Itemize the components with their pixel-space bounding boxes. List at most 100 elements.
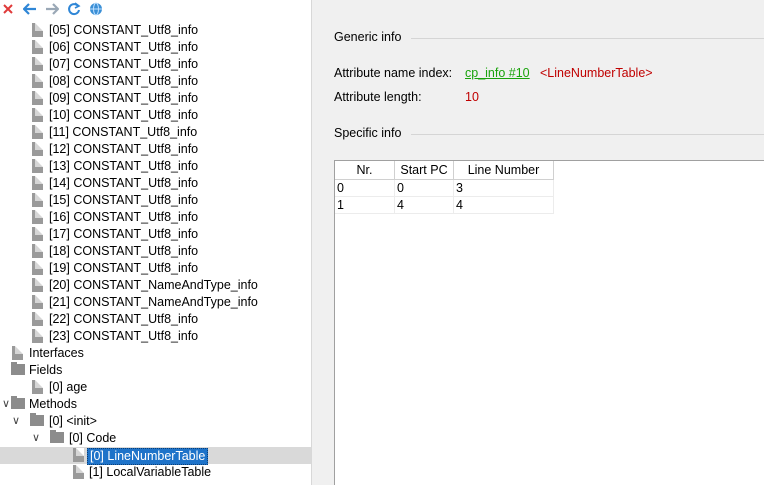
tree-item-constant[interactable]: [05] CONSTANT_Utf8_info [0, 22, 311, 39]
table-row[interactable]: 0 0 3 [335, 180, 554, 197]
refresh-icon [68, 2, 81, 16]
tree-item-fields[interactable]: Fields [0, 362, 311, 379]
back-arrow-icon [23, 3, 36, 15]
table-header: Nr. Start PC Line Number [335, 161, 554, 180]
column-header-nr[interactable]: Nr. [335, 161, 395, 180]
tree-item-constant[interactable]: [23] CONSTANT_Utf8_info [0, 328, 311, 345]
file-icon [32, 278, 43, 292]
tree-item-constant[interactable]: [17] CONSTANT_Utf8_info [0, 226, 311, 243]
tree-item-line-number-table[interactable]: [0] LineNumberTable [0, 447, 311, 465]
toolbar [0, 0, 130, 18]
table-row[interactable]: 1 4 4 [335, 197, 554, 214]
tree-item-label: [09] CONSTANT_Utf8_info [49, 91, 199, 105]
back-button[interactable] [22, 1, 38, 17]
chevron-down-icon[interactable]: ∨ [30, 430, 42, 446]
column-header-start-pc[interactable]: Start PC [395, 161, 454, 180]
tree-item-constant[interactable]: [09] CONSTANT_Utf8_info [0, 90, 311, 107]
tree-item-label: [10] CONSTANT_Utf8_info [49, 108, 199, 122]
file-icon [32, 142, 43, 156]
tree-item-label: [13] CONSTANT_Utf8_info [49, 159, 199, 173]
table-cell: 0 [395, 180, 454, 197]
file-icon [32, 210, 43, 224]
tree-item-constant[interactable]: [10] CONSTANT_Utf8_info [0, 107, 311, 124]
globe-icon [90, 2, 102, 16]
tree-item-constant[interactable]: [07] CONSTANT_Utf8_info [0, 56, 311, 73]
tree-item-constant[interactable]: [12] CONSTANT_Utf8_info [0, 141, 311, 158]
tree-item-label: [22] CONSTANT_Utf8_info [49, 312, 199, 326]
tree-item-constant[interactable]: [14] CONSTANT_Utf8_info [0, 175, 311, 192]
tree-item-constant[interactable]: [06] CONSTANT_Utf8_info [0, 39, 311, 56]
file-icon [32, 125, 43, 139]
attr-name-index-link[interactable]: cp_info #10 [465, 66, 530, 80]
tree-item-constant[interactable]: [20] CONSTANT_NameAndType_info [0, 277, 311, 294]
tree-item-constant[interactable]: [11] CONSTANT_Utf8_info [0, 124, 311, 141]
tree-item-code[interactable]: ∨ [0] Code [0, 430, 311, 447]
file-icon [32, 74, 43, 88]
tree-item-label: [1] LocalVariableTable [89, 465, 212, 479]
tree-item-label: [0] LineNumberTable [87, 448, 209, 465]
generic-info-title: Generic info [334, 30, 402, 44]
tree-item-label: [06] CONSTANT_Utf8_info [49, 40, 199, 54]
folder-icon [50, 430, 64, 443]
tree-item-field-age[interactable]: [0] age [0, 379, 311, 396]
table-cell: 1 [335, 197, 395, 214]
tree-item-label: [15] CONSTANT_Utf8_info [49, 193, 199, 207]
tree-item-constant[interactable]: [22] CONSTANT_Utf8_info [0, 311, 311, 328]
file-icon [32, 176, 43, 190]
forward-button[interactable] [44, 1, 60, 17]
table-cell: 4 [454, 197, 554, 214]
web-button[interactable] [88, 1, 104, 17]
file-icon [32, 244, 43, 258]
file-icon [32, 380, 43, 394]
file-icon [32, 91, 43, 105]
tree-item-label: [05] CONSTANT_Utf8_info [49, 23, 199, 37]
class-tree[interactable]: [05] CONSTANT_Utf8_info [06] CONSTANT_Utf… [0, 20, 311, 485]
tree-item-label: [0] age [49, 380, 88, 394]
folder-icon [11, 396, 25, 409]
tree-item-method-init[interactable]: ∨ [0] <init> [0, 413, 311, 430]
specific-info-title: Specific info [334, 126, 402, 140]
tree-item-label: [23] CONSTANT_Utf8_info [49, 329, 199, 343]
close-button[interactable] [0, 1, 16, 17]
attr-length-value: 10 [465, 90, 479, 104]
tree-item-constant[interactable]: [13] CONSTANT_Utf8_info [0, 158, 311, 175]
tree-item-constant[interactable]: [19] CONSTANT_Utf8_info [0, 260, 311, 277]
attr-length-label: Attribute length: [334, 90, 422, 104]
file-icon [32, 329, 43, 343]
tree-item-label: [17] CONSTANT_Utf8_info [49, 227, 199, 241]
tree-item-label: [18] CONSTANT_Utf8_info [49, 244, 199, 258]
tree-item-label: Fields [29, 363, 63, 377]
tree-item-label: [0] Code [69, 431, 117, 445]
details-panel: Generic info Attribute name index: cp_in… [317, 0, 764, 485]
tree-item-label: [0] <init> [49, 414, 97, 428]
line-number-table[interactable]: Nr. Start PC Line Number 0 0 3 1 4 4 [334, 160, 764, 485]
column-header-line-number[interactable]: Line Number [454, 161, 554, 180]
attr-name-index-label: Attribute name index: [334, 66, 453, 80]
tree-item-label: [14] CONSTANT_Utf8_info [49, 176, 199, 190]
tree-item-methods[interactable]: ∨ Methods [0, 396, 311, 413]
file-icon [32, 193, 43, 207]
file-icon [32, 261, 43, 275]
tree-item-label: [19] CONSTANT_Utf8_info [49, 261, 199, 275]
tree-item-label: Methods [29, 397, 77, 411]
close-icon [3, 4, 13, 14]
file-icon [32, 108, 43, 122]
tree-item-interfaces[interactable]: Interfaces [0, 345, 311, 362]
tree-item-label: [20] CONSTANT_NameAndType_info [49, 278, 258, 292]
tree-item-local-variable-table[interactable]: [1] LocalVariableTable [0, 464, 311, 481]
file-icon [73, 448, 84, 462]
tree-item-label: [07] CONSTANT_Utf8_info [49, 57, 199, 71]
chevron-down-icon[interactable]: ∨ [10, 413, 22, 429]
tree-item-label: [16] CONSTANT_Utf8_info [49, 210, 199, 224]
refresh-button[interactable] [66, 1, 82, 17]
tree-item-constant[interactable]: [15] CONSTANT_Utf8_info [0, 192, 311, 209]
table-cell: 3 [454, 180, 554, 197]
tree-item-constant[interactable]: [08] CONSTANT_Utf8_info [0, 73, 311, 90]
tree-item-constant[interactable]: [16] CONSTANT_Utf8_info [0, 209, 311, 226]
file-icon [32, 227, 43, 241]
table-cell: 0 [335, 180, 395, 197]
tree-item-constant[interactable]: [21] CONSTANT_NameAndType_info [0, 294, 311, 311]
tree-item-constant[interactable]: [18] CONSTANT_Utf8_info [0, 243, 311, 260]
folder-icon [11, 362, 25, 375]
folder-icon [30, 413, 44, 426]
